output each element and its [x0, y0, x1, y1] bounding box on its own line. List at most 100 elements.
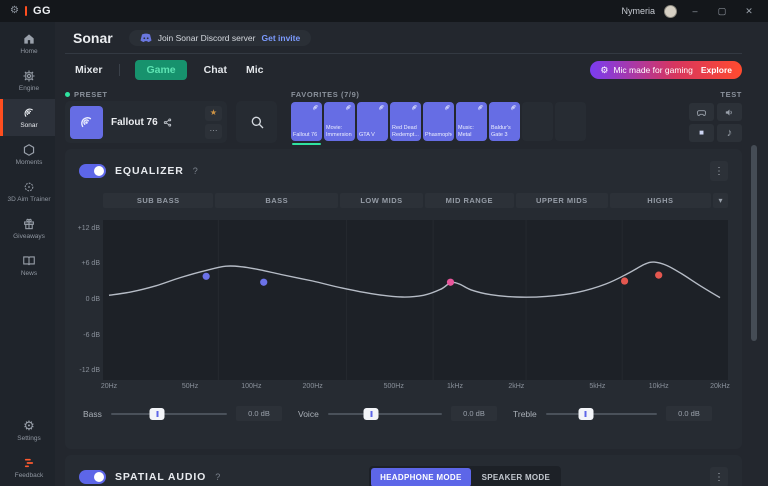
tab-mic[interactable]: Mic [244, 60, 266, 80]
spatial-audio-help-icon[interactable]: ? [215, 472, 220, 482]
eq-response-curve [109, 262, 720, 298]
x-tick-label: 50Hz [182, 383, 198, 390]
slider-thumb[interactable] [150, 408, 165, 420]
treble-slider[interactable] [546, 413, 657, 415]
sidebar-item-feedback[interactable]: Feedback [0, 449, 55, 486]
speaker-mode-button[interactable]: SPEAKER MODE [473, 468, 560, 486]
share-icon[interactable] [163, 118, 172, 127]
slider-value: 0.0 dB [236, 406, 282, 421]
sidebar-item-label: Moments [16, 159, 43, 167]
sidebar-item-news[interactable]: News [0, 247, 55, 284]
spatial-audio-toggle[interactable] [79, 470, 106, 484]
favorite-tile-fallout-76[interactable]: Fallout 76 [291, 102, 322, 141]
frequency-axis: 20Hz50Hz100Hz200Hz500Hz1kHz2kHz5kHz10kHz… [103, 380, 728, 393]
eq-control-point[interactable] [655, 272, 662, 279]
x-tick-label: 1kHz [447, 383, 463, 390]
sonar-icon [22, 105, 37, 120]
tab-divider [119, 64, 120, 76]
slider-thumb[interactable] [364, 408, 379, 420]
user-avatar[interactable] [664, 5, 677, 18]
band-sub-bass[interactable]: SUB BASS [103, 193, 213, 208]
treble-slider-group: Treble0.0 dB [513, 406, 728, 421]
equalizer-graph[interactable]: +12 dB+6 dB0 dB-6 dB-12 dB [103, 220, 728, 380]
sonar-preset-icon [345, 104, 353, 112]
maximize-button[interactable]: ▢ [713, 2, 731, 20]
eq-curve-canvas[interactable] [103, 220, 728, 380]
test-speaker-button[interactable] [717, 103, 742, 121]
x-tick-label: 20Hz [101, 383, 117, 390]
spatial-audio-title: SPATIAL AUDIO [115, 471, 206, 483]
eq-control-point[interactable] [621, 277, 628, 284]
discord-invite-pill[interactable]: Join Sonar Discord server Get invite [129, 30, 312, 46]
favorite-tile-music-metal[interactable]: Music: Metal [456, 102, 487, 141]
sidebar-item-label: Settings [17, 435, 41, 443]
minimize-button[interactable]: – [686, 2, 704, 20]
preset-column: PRESET Fallout 76 [65, 88, 277, 143]
equalizer-toggle[interactable] [79, 164, 106, 178]
favorite-tile-movie-immersion[interactable]: Movie: Immersion [324, 102, 355, 141]
tab-game[interactable]: Game [135, 60, 186, 80]
gift-icon [22, 216, 37, 231]
app-title: GG [33, 5, 51, 17]
sonar-preset-icon [411, 104, 419, 112]
favorite-tile-label: Fallout 76 [293, 132, 320, 139]
mic-promo-banner[interactable]: ⚙ Mic made for gaming Explore [590, 61, 742, 79]
test-stop-button[interactable]: ■ [689, 124, 714, 142]
favorite-star-button[interactable]: ★ [205, 106, 222, 121]
chevron-down-icon[interactable]: ▾ [713, 193, 728, 208]
band-bass[interactable]: BASS [215, 193, 338, 208]
equalizer-menu-button[interactable]: ⋮ [710, 161, 728, 181]
y-tick-label: +6 dB [74, 260, 100, 267]
tab-chat[interactable]: Chat [202, 60, 229, 80]
test-music-note-button[interactable]: ♪ [717, 124, 742, 142]
eq-control-point[interactable] [260, 279, 267, 286]
sidebar-item-engine[interactable]: Engine [0, 62, 55, 99]
sonar-preset-icon [444, 104, 452, 112]
headphone-mode-button[interactable]: HEADPHONE MODE [371, 468, 471, 486]
sidebar-item-home[interactable]: Home [0, 25, 55, 62]
favorites-column: FAVORITES (7/9) Fallout 76 Movie: Immersi… [291, 88, 672, 141]
explore-link[interactable]: Explore [701, 65, 732, 75]
scrollbar-thumb[interactable] [751, 145, 757, 341]
voice-slider[interactable] [328, 413, 442, 415]
x-tick-label: 100Hz [241, 383, 261, 390]
sidebar-item-sonar[interactable]: Sonar [0, 99, 55, 136]
discord-get-invite-link[interactable]: Get invite [261, 33, 300, 43]
favorite-tile-phasmophobia[interactable]: Phasmophobia [423, 102, 454, 141]
user-name[interactable]: Nymeria [621, 6, 655, 16]
sidebar: HomeEngineSonar Moments 3D Aim TrainerGive… [0, 22, 55, 486]
slider-label: Bass [83, 409, 102, 419]
spatial-audio-menu-button[interactable]: ⋮ [710, 467, 728, 486]
eq-control-point[interactable] [203, 273, 210, 280]
preset-more-button[interactable]: ··· [205, 124, 222, 139]
sidebar-item-settings[interactable]: ⚙Settings [0, 412, 55, 449]
favorite-tile-baldur-s-gate-3[interactable]: Baldur's Gate 3 [489, 102, 520, 141]
stop-icon: ■ [699, 129, 704, 137]
slider-thumb[interactable] [578, 408, 593, 420]
favorite-tile-red-dead-redempt[interactable]: Red Dead Redempt... [390, 102, 421, 141]
bass-slider[interactable] [111, 413, 227, 415]
sidebar-item-giveaways[interactable]: Giveaways [0, 210, 55, 247]
tone-sliders-row: Bass0.0 dBVoice0.0 dBTreble0.0 dB [79, 406, 728, 421]
test-gamepad-button[interactable] [689, 103, 714, 121]
band-highs[interactable]: HIGHS [610, 193, 711, 208]
sidebar-item-moments[interactable]: Moments [0, 136, 55, 173]
band-low-mids[interactable]: LOW MIDS [340, 193, 423, 208]
equalizer-help-icon[interactable]: ? [193, 166, 198, 176]
slider-label: Voice [298, 409, 319, 419]
tab-mixer[interactable]: Mixer [73, 60, 104, 80]
band-upper-mids[interactable]: UPPER MIDS [516, 193, 608, 208]
test-section-label: TEST [720, 88, 742, 101]
eq-control-point[interactable] [447, 279, 454, 286]
favorite-tile-label: Phasmophobia [425, 132, 452, 139]
close-button[interactable]: ✕ [740, 2, 758, 20]
gear-icon: ⚙ [600, 66, 608, 75]
current-preset-card[interactable]: Fallout 76 ★ ··· [65, 101, 227, 143]
preset-search-button[interactable] [236, 101, 277, 143]
test-column: TEST ■ ♪ [684, 88, 742, 142]
feedback-icon [22, 455, 37, 470]
favorites-section-label: FAVORITES (7/9) [291, 88, 672, 101]
band-mid-range[interactable]: MID RANGE [425, 193, 514, 208]
sidebar-item-3d-aim-trainer[interactable]: 3D Aim Trainer [0, 173, 55, 210]
favorite-tile-gta-v[interactable]: GTA V [357, 102, 388, 141]
